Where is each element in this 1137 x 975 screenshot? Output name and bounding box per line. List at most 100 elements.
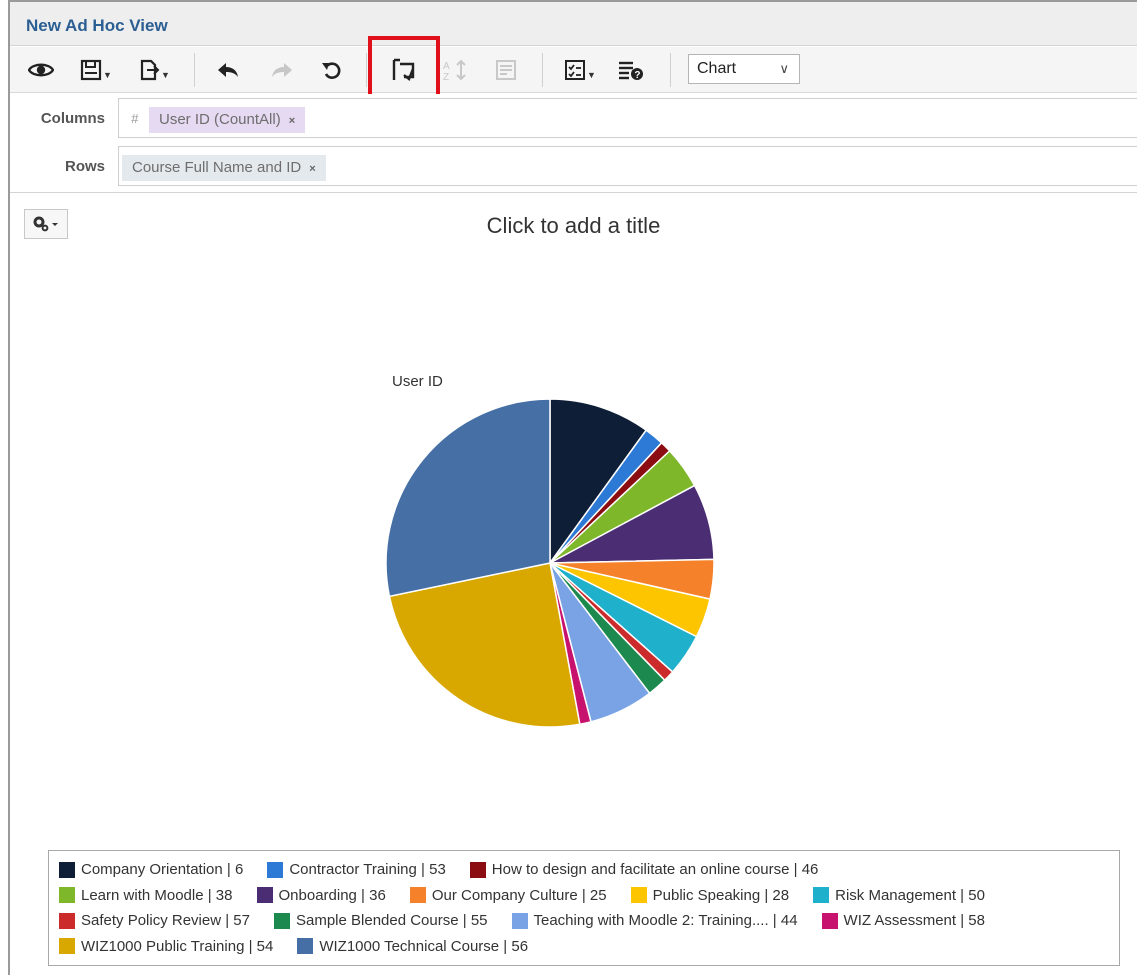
sql-icon (496, 60, 516, 80)
undo-all-icon (322, 62, 341, 79)
columns-field-label: User ID (CountAll) (159, 111, 281, 128)
legend-item[interactable]: Contractor Training | 53 (267, 861, 446, 879)
remove-field-icon[interactable]: × (309, 163, 315, 175)
chart-title[interactable]: Click to add a title (10, 213, 1137, 239)
legend-row: Learn with Moodle | 38 Onboarding | 36 Our… (59, 883, 1109, 909)
legend-swatch (273, 912, 290, 929)
export-icon (140, 59, 160, 81)
undo-icon (218, 63, 238, 77)
chart-canvas: Click to add a title User ID Company Ori… (10, 192, 1137, 975)
columns-label: Columns (40, 110, 105, 127)
svg-text:A: A (443, 61, 450, 72)
legend-label: WIZ1000 Public Training | 54 (81, 937, 274, 955)
series-label: User ID (392, 373, 443, 390)
legend-swatch (59, 887, 75, 904)
legend-swatch (821, 912, 838, 929)
legend-swatch (409, 887, 426, 904)
legend-label: Sample Blended Course | 55 (295, 912, 488, 930)
legend-label: Teaching with Moodle 2: Training.... | 4… (533, 912, 798, 930)
legend-item[interactable]: Teaching with Moodle 2: Training.... | 4… (511, 912, 798, 930)
legend-item[interactable]: WIZ1000 Public Training | 54 (59, 938, 273, 955)
chevron-down-icon: ∨ (779, 61, 789, 76)
legend-item[interactable]: Onboarding | 36 (256, 886, 386, 904)
input-controls-button[interactable]: ▼ (560, 55, 600, 85)
svg-text:Z: Z (443, 72, 449, 82)
view-title: New Ad Hoc View (26, 16, 168, 35)
legend-label: Our Company Culture | 25 (431, 886, 607, 904)
sort-icon: AZ (443, 59, 466, 82)
columns-drop-zone[interactable]: # User ID (CountAll) × (118, 98, 1137, 138)
sort-button[interactable]: AZ (438, 55, 472, 85)
legend-label: Safety Policy Review | 57 (81, 912, 250, 930)
rows-label: Rows (64, 158, 105, 175)
svg-text:?: ? (634, 70, 640, 81)
measure-icon: # (131, 111, 139, 126)
redo-button[interactable] (266, 55, 298, 85)
legend-item[interactable]: Risk Management | 50 (813, 887, 985, 904)
save-button[interactable]: ▼ (76, 55, 116, 85)
legend-item[interactable]: WIZ Assessment | 58 (821, 912, 985, 930)
legend-swatch (267, 861, 284, 878)
toolbar: ▼ ▼ AZ ▼ ? Chart ∨ (10, 47, 1137, 93)
legend-row: WIZ1000 Public Training | 54 WIZ1000 Tech… (59, 934, 1109, 960)
legend-swatch (469, 861, 486, 878)
undo-button[interactable] (212, 55, 244, 85)
redo-icon (272, 63, 292, 77)
toolbar-divider (366, 53, 367, 87)
title-bar: New Ad Hoc View (10, 2, 1137, 46)
rows-field-label: Course Full Name and ID (132, 159, 302, 176)
legend-row: Safety Policy Review | 57 Sample Blended … (59, 908, 1109, 934)
legend-swatch (630, 887, 647, 904)
toolbar-divider (670, 53, 671, 87)
legend-label: WIZ1000 Technical Course | 56 (319, 937, 529, 955)
legend-item[interactable]: How to design and facilitate an online c… (469, 861, 818, 878)
remove-field-icon[interactable]: × (289, 115, 295, 127)
legend-row: Company Orientation | 6 Contractor Traini… (59, 857, 1109, 883)
legend-item[interactable]: Company Orientation | 6 (59, 861, 243, 878)
columns-shelf: Columns # User ID (CountAll) × (10, 94, 1137, 142)
legend-label: Learn with Moodle | 38 (81, 886, 233, 904)
legend-swatch (59, 912, 75, 929)
export-button[interactable]: ▼ (134, 55, 174, 85)
data-format-button[interactable]: ? (614, 55, 648, 85)
rows-field-pill[interactable]: Course Full Name and ID × (122, 155, 326, 181)
rows-shelf: Rows Course Full Name and ID × (10, 142, 1137, 190)
legend-swatch (59, 938, 75, 955)
legend-item[interactable]: Sample Blended Course | 55 (273, 912, 488, 930)
view-type-value: Chart (697, 60, 737, 77)
legend-swatch (511, 912, 528, 929)
legend-swatch (256, 887, 273, 904)
pie-slice[interactable] (385, 398, 551, 598)
switch-groups-highlight (368, 36, 440, 99)
chevron-down-icon: ▼ (161, 70, 170, 80)
legend-swatch (813, 887, 830, 904)
pie-chart (385, 398, 715, 728)
legend-label: Company Orientation | 6 (81, 861, 244, 879)
legend-item[interactable]: Public Speaking | 28 (630, 886, 790, 904)
chevron-down-icon: ▼ (587, 70, 596, 80)
chart-legend: Company Orientation | 6 Contractor Traini… (48, 850, 1120, 966)
query-button[interactable] (490, 55, 522, 85)
legend-label: Onboarding | 36 (278, 886, 386, 904)
columns-field-pill[interactable]: User ID (CountAll) × (149, 107, 306, 133)
legend-item[interactable]: Learn with Moodle | 38 (59, 887, 233, 904)
legend-label: Contractor Training | 53 (289, 861, 446, 879)
legend-swatch (297, 938, 314, 955)
legend-swatch (59, 861, 75, 878)
eye-icon (28, 63, 54, 77)
legend-label: Risk Management | 50 (835, 886, 985, 904)
input-controls-icon (565, 60, 586, 80)
undo-all-button[interactable] (316, 55, 348, 85)
legend-label: WIZ Assessment | 58 (843, 912, 985, 930)
chevron-down-icon: ▼ (103, 70, 112, 80)
legend-item[interactable]: Safety Policy Review | 57 (59, 912, 250, 929)
view-type-select[interactable]: Chart ∨ (688, 54, 800, 84)
legend-item[interactable]: WIZ1000 Technical Course | 56 (297, 938, 528, 955)
display-mode-button[interactable] (24, 55, 58, 85)
legend-label: Public Speaking | 28 (652, 886, 790, 904)
toolbar-divider (542, 53, 543, 87)
data-format-icon: ? (619, 61, 643, 81)
toolbar-divider (194, 53, 195, 87)
legend-item[interactable]: Our Company Culture | 25 (409, 886, 607, 904)
rows-drop-zone[interactable]: Course Full Name and ID × (118, 146, 1137, 186)
